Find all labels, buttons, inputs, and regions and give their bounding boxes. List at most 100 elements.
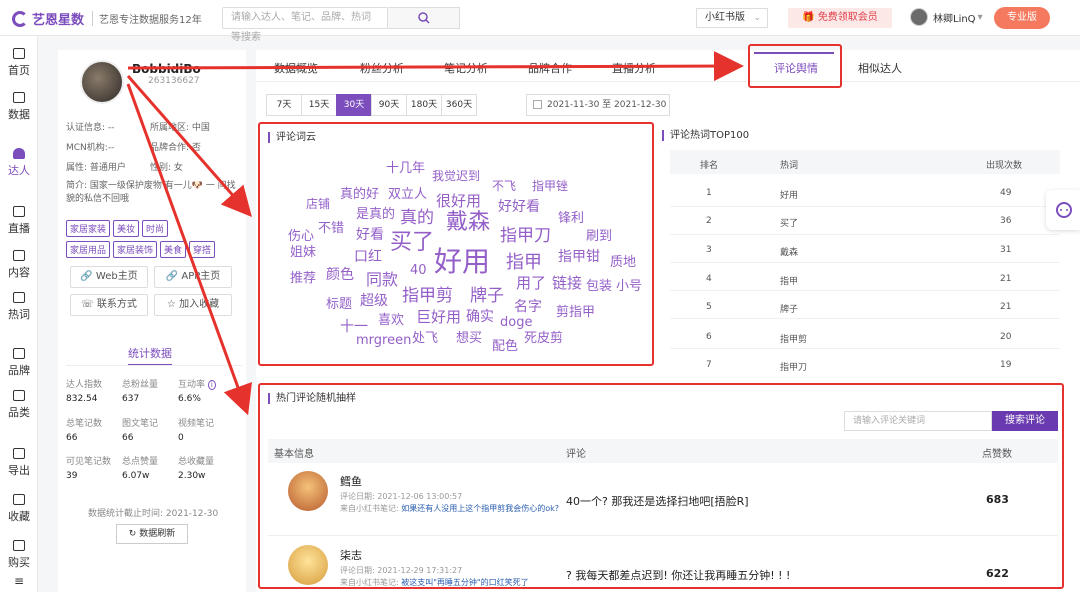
stats-date: 数据统计截止时间: 2021-12-30 [88, 509, 219, 519]
tag[interactable]: 美妆 [113, 220, 140, 237]
contact-button[interactable]: ☏ 联系方式 [70, 294, 148, 316]
cloud-word: 指甲钳 [558, 249, 600, 265]
day-filter-90[interactable]: 90天 [371, 94, 407, 116]
day-filter-15[interactable]: 15天 [301, 94, 337, 116]
stat-label: 总收藏量 [178, 457, 215, 467]
image-icon [13, 250, 25, 261]
free-vip-button[interactable]: 🎁 免费领取会员 [788, 8, 892, 28]
stats-title[interactable]: 统计数据 [128, 345, 172, 366]
tag[interactable]: 家居家装 [66, 220, 111, 237]
logo-icon [12, 10, 28, 27]
tag[interactable]: 家居装饰 [113, 241, 158, 258]
global-search-button[interactable] [388, 7, 460, 29]
date-range-text: 2021-11-30 至 2021-12-30 [547, 100, 667, 110]
divider [268, 535, 1058, 536]
comment-keyword-input[interactable]: 请输入评论关键词 [844, 411, 992, 431]
day-filter-180[interactable]: 180天 [406, 94, 442, 116]
tag[interactable]: 家居用品 [66, 241, 111, 258]
menu-icon[interactable]: ≡ [0, 574, 38, 588]
btn-label: 加入收藏 [179, 299, 220, 310]
info-icon[interactable]: i [207, 380, 216, 390]
nav-data[interactable]: 数据 [0, 92, 38, 122]
highlight-box [748, 44, 842, 88]
nav-category[interactable]: 品类 [0, 390, 38, 420]
count: 20 [1000, 332, 1012, 342]
rank: 3 [706, 245, 712, 255]
tab-notes[interactable]: 笔记分析 [444, 60, 488, 76]
pro-version-button[interactable]: 专业版 [994, 7, 1050, 29]
tag[interactable]: 时尚 [142, 220, 169, 237]
profile-intro: 简介: 国家一级保护废物 有一儿🐶 一 问找貌的私信不回哦 [66, 181, 236, 204]
cloud-word: 推荐 [290, 271, 317, 286]
count: 19 [1000, 360, 1012, 370]
nav-purchase[interactable]: 购买 [0, 540, 38, 570]
chevron-down-icon: ⌄ [753, 13, 761, 23]
col-basic-info: 基本信息 [274, 449, 314, 460]
bar-chart-icon [13, 92, 25, 103]
tab-live[interactable]: 直播分析 [612, 60, 656, 76]
nav-home[interactable]: 首页 [0, 48, 38, 78]
cloud-word: 店铺 [306, 197, 331, 211]
source-note-link[interactable]: 被这支叫"再睡五分钟"的口红笑死了 [401, 578, 528, 587]
search-comment-button[interactable]: 搜索评论 [992, 411, 1058, 431]
commenter-name: 柒志 [340, 549, 362, 562]
user-name: 林卿LinQ [933, 13, 976, 25]
user-menu[interactable]: 林卿LinQ ▾ [910, 8, 983, 26]
nav-export[interactable]: 导出 [0, 448, 38, 478]
day-filter-360[interactable]: 360天 [441, 94, 477, 116]
cloud-word: 伤心 [288, 229, 315, 244]
tab-brand-coop[interactable]: 品牌合作 [528, 60, 572, 76]
cloud-word: 好用 [434, 245, 491, 278]
source-note-link[interactable]: 如果还有人没用上这个指甲剪我会伤心的ok? [401, 504, 559, 513]
nav-brand[interactable]: 品牌 [0, 348, 38, 378]
favorite-button[interactable]: ☆ 加入收藏 [154, 294, 232, 316]
stat-value: 39 [66, 471, 78, 481]
app-homepage-button[interactable]: 🔗 APP主页 [154, 266, 232, 288]
tag[interactable]: 穿搭 [189, 241, 216, 258]
refresh-data-button[interactable]: ↻ 数据刷新 [116, 524, 188, 544]
nav-label: 数据 [8, 108, 30, 121]
cloud-word: 确实 [466, 309, 494, 325]
tag[interactable]: 美食 [160, 241, 187, 258]
cloud-word: 牌子 [470, 286, 504, 306]
tab-similar-kol[interactable]: 相似达人 [858, 60, 902, 76]
nav-live[interactable]: 直播 [0, 206, 38, 236]
nav-favorites[interactable]: 收藏 [0, 494, 38, 524]
tab-overview[interactable]: 数据概览 [274, 60, 318, 76]
stat-video-notes: 视频笔记 0 [178, 416, 214, 443]
table-header: 排名 热词 出现次数 [670, 150, 1060, 174]
divider [66, 365, 242, 366]
day-filter-30[interactable]: 30天 [336, 94, 372, 116]
comment-date: 评论日期: 2021-12-06 13:00:57 [340, 492, 463, 501]
cloud-word: 不错 [318, 221, 345, 236]
cloud-word: 超级 [360, 293, 388, 309]
nav-kol[interactable]: 达人 [0, 148, 38, 178]
stat-value: 0 [178, 433, 184, 443]
cloud-word: 指甲锉 [532, 179, 569, 193]
cloud-word: 十一 [340, 319, 368, 335]
day-filter-7[interactable]: 7天 [266, 94, 302, 116]
profile-panel: BobbidiBo 263136627 认证信息: -- 所属地区: 中国 MC… [58, 50, 246, 592]
stat-label: 总粉丝量 [122, 380, 159, 390]
col-rank: 排名 [700, 161, 719, 171]
nav-content[interactable]: 内容 [0, 250, 38, 280]
cloud-word: 刷到 [586, 229, 613, 244]
date-range-picker[interactable]: 2021-11-30 至 2021-12-30 [526, 94, 670, 116]
global-search-input[interactable]: 请输入达人、笔记、品牌、热词等搜索 [222, 7, 388, 43]
nav-label: 品牌 [8, 364, 30, 377]
vip-label: 免费领取会员 [817, 12, 878, 23]
count: 21 [1000, 302, 1012, 312]
version-select[interactable]: 小红书版 ⌄ [696, 8, 768, 28]
nav-label: 收藏 [8, 510, 30, 523]
btn-label: Web主页 [95, 271, 138, 282]
tab-fans[interactable]: 粉丝分析 [360, 60, 404, 76]
stat-label: 视频笔记 [178, 419, 215, 429]
cert-info: 认证信息: -- [66, 123, 115, 133]
stat-likes: 总点赞量 6.07w [122, 454, 158, 481]
customer-service-button[interactable] [1046, 190, 1080, 230]
monitor-icon [13, 48, 25, 59]
brand-logo[interactable]: 艺恩星数 [12, 9, 84, 28]
nav-hotwords[interactable]: 热词 [0, 292, 38, 322]
web-homepage-button[interactable]: 🔗 Web主页 [70, 266, 148, 288]
stat-collects: 总收藏量 2.30w [178, 454, 214, 481]
